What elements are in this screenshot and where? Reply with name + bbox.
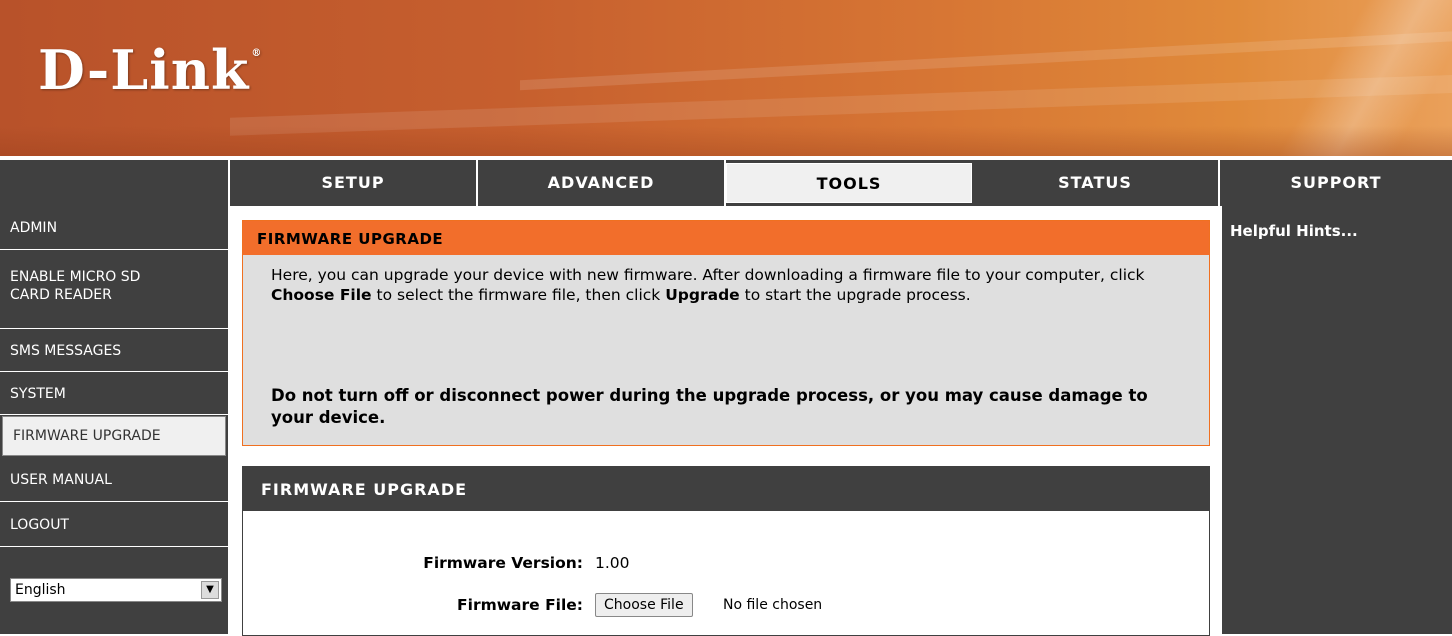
helpful-hints-panel: Helpful Hints... (1220, 206, 1452, 634)
intro-description: Here, you can upgrade your device with n… (271, 265, 1191, 305)
power-warning: Do not turn off or disconnect power duri… (271, 386, 1148, 427)
firmware-file-label: Firmware File: (457, 596, 583, 614)
intro-text-part: to start the upgrade process. (739, 286, 971, 304)
main-tab-bar: SETUP ADVANCED TOOLS STATUS SUPPORT (0, 160, 1452, 206)
firmware-version-value: 1.00 (595, 554, 630, 572)
intro-text-bold: Choose File (271, 286, 372, 304)
helpful-hints-title: Helpful Hints... (1230, 222, 1358, 240)
intro-panel-title: FIRMWARE UPGRADE (243, 221, 1209, 255)
intro-panel: FIRMWARE UPGRADE Here, you can upgrade y… (242, 220, 1210, 446)
firmware-version-label: Firmware Version: (423, 554, 583, 572)
sidebar-item-logout[interactable]: LOGOUT (0, 503, 228, 547)
chevron-down-icon[interactable]: ▼ (201, 581, 219, 599)
main-content: FIRMWARE UPGRADE Here, you can upgrade y… (230, 206, 1220, 636)
intro-text-part: to select the firmware file, then click (371, 286, 666, 304)
sidebar: ADMIN ENABLE MICRO SD CARD READER SMS ME… (0, 206, 230, 634)
tab-status[interactable]: STATUS (972, 160, 1220, 206)
sidebar-item-user-manual[interactable]: USER MANUAL (0, 458, 228, 502)
dlink-logo: D-Link ® (38, 38, 263, 102)
tab-setup[interactable]: SETUP (230, 160, 478, 206)
intro-text-part: Here, you can upgrade your device with n… (271, 266, 1145, 284)
tab-support[interactable]: SUPPORT (1220, 160, 1452, 206)
sidebar-item-admin[interactable]: ADMIN (0, 206, 228, 250)
tab-bar-spacer (0, 160, 230, 206)
header-banner: D-Link ® (0, 0, 1452, 156)
banner-shade (0, 126, 1452, 156)
firmware-version-row: Firmware Version: 1.00 (243, 549, 1203, 577)
sidebar-item-sms-messages[interactable]: SMS MESSAGES (0, 330, 228, 372)
logo-text: D-Link (38, 38, 250, 102)
sidebar-item-firmware-upgrade[interactable]: FIRMWARE UPGRADE (2, 416, 226, 456)
registered-mark: ® (251, 48, 263, 59)
firmware-upgrade-panel-title: FIRMWARE UPGRADE (243, 467, 1209, 511)
language-selected-value: English (15, 582, 66, 598)
firmware-upgrade-panel: FIRMWARE UPGRADE Firmware Version: 1.00 … (242, 466, 1210, 636)
choose-file-button[interactable]: Choose File (595, 593, 693, 617)
tab-advanced[interactable]: ADVANCED (478, 160, 726, 206)
sidebar-item-system[interactable]: SYSTEM (0, 373, 228, 415)
language-select[interactable]: English ▼ (10, 578, 222, 602)
tab-tools[interactable]: TOOLS (726, 163, 972, 203)
file-status-text: No file chosen (723, 597, 823, 613)
intro-text-bold: Upgrade (665, 286, 740, 304)
firmware-file-row: Firmware File: Choose File No file chose… (243, 591, 1203, 619)
sidebar-item-micro-sd[interactable]: ENABLE MICRO SD CARD READER (0, 251, 228, 329)
